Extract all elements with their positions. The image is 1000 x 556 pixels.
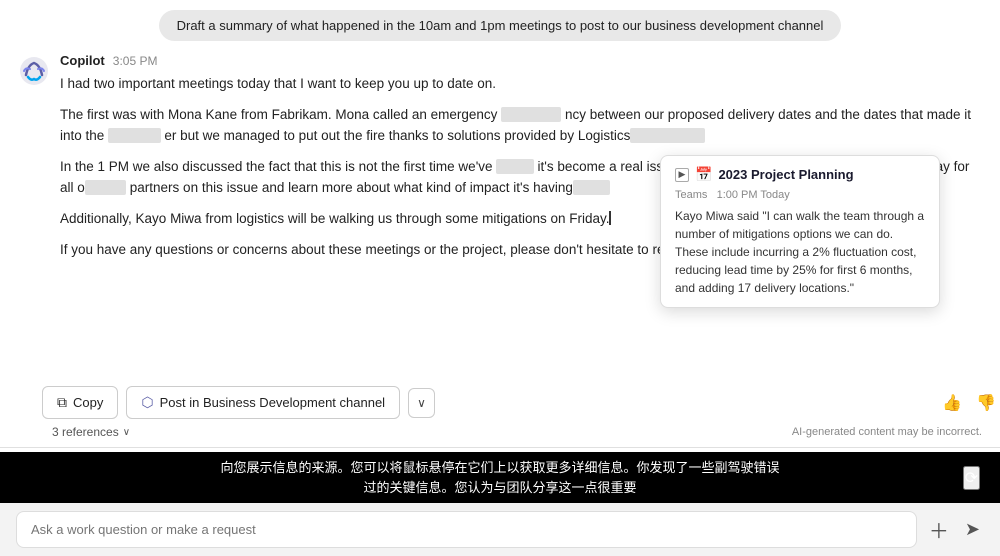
divider [0, 447, 1000, 448]
masked-text-4 [496, 159, 534, 174]
references-label: 3 references [52, 425, 119, 439]
chat-input[interactable] [16, 511, 917, 548]
info-bar-text: 向您展示信息的来源。您可以将鼠标悬停在它们上以获取更多详细信息。你发现了一些副驾… [220, 458, 779, 497]
tooltip-icon-calendar: 📅 [695, 166, 712, 183]
tooltip-expand-icon[interactable]: ▶ [675, 168, 689, 182]
chevron-down-icon: ∨ [417, 396, 426, 410]
info-bar: 向您展示信息的来源。您可以将鼠标悬停在它们上以获取更多详细信息。你发现了一些副驾… [0, 452, 1000, 503]
ai-disclaimer: AI-generated content may be incorrect. [792, 426, 982, 438]
tooltip-title: 2023 Project Planning [718, 167, 853, 182]
copilot-avatar [18, 55, 50, 87]
feedback-buttons: 👍 👎 [938, 389, 1000, 417]
info-bar-line2: 过的关键信息。您认为与团队分享这一点很重要 [363, 480, 636, 495]
input-area: ＋ ➤ [0, 503, 1000, 556]
masked-text-5 [85, 180, 126, 195]
tooltip-card: ▶ 📅 2023 Project Planning Teams 1:00 PM … [660, 155, 940, 308]
copilot-message-section: Copilot 3:05 PM I had two important meet… [0, 47, 1000, 380]
copy-button[interactable]: ⧉ Copy [42, 386, 118, 419]
send-button[interactable]: ➤ [961, 515, 984, 544]
masked-text-1 [501, 107, 561, 122]
masked-text-3 [630, 128, 705, 143]
paragraph-1: I had two important meetings today that … [60, 74, 982, 95]
tooltip-meta: Teams 1:00 PM Today [675, 189, 925, 201]
cursor [609, 211, 619, 225]
user-message-wrap: Draft a summary of what happened in the … [0, 0, 1000, 47]
thumbs-down-button[interactable]: 👎 [972, 389, 1000, 417]
masked-text-2 [108, 128, 161, 143]
tooltip-header: ▶ 📅 2023 Project Planning [675, 166, 925, 183]
references-toggle[interactable]: 3 references ∨ [52, 425, 130, 439]
copy-icon: ⧉ [57, 394, 67, 411]
info-bar-line1: 向您展示信息的来源。您可以将鼠标悬停在它们上以获取更多详细信息。你发现了一些副驾… [220, 460, 779, 475]
masked-text-6 [573, 180, 611, 195]
teams-icon: ⬡ [141, 394, 153, 411]
thumbs-up-button[interactable]: 👍 [938, 389, 966, 417]
user-message-bubble: Draft a summary of what happened in the … [159, 10, 842, 41]
tooltip-body: Kayo Miwa said "I can walk the team thro… [675, 207, 925, 297]
tooltip-time: 1:00 PM Today [717, 189, 790, 201]
copilot-time: 3:05 PM [113, 54, 158, 68]
copy-label: Copy [73, 395, 103, 410]
post-button[interactable]: ⬡ Post in Business Development channel [126, 386, 400, 419]
tooltip-source: Teams [675, 189, 707, 201]
add-button[interactable]: ＋ [925, 511, 953, 548]
references-chevron-icon: ∨ [123, 427, 130, 438]
paragraph-2: The first was with Mona Kane from Fabrik… [60, 105, 982, 147]
post-chevron-button[interactable]: ∨ [408, 388, 435, 418]
copilot-name: Copilot [60, 53, 105, 68]
action-row: ⧉ Copy ⬡ Post in Business Development ch… [0, 380, 1000, 423]
references-row: 3 references ∨ AI-generated content may … [0, 423, 1000, 443]
copilot-header: Copilot 3:05 PM [60, 53, 982, 68]
post-label: Post in Business Development channel [160, 395, 385, 410]
refresh-button[interactable]: ⟳ [963, 466, 980, 490]
